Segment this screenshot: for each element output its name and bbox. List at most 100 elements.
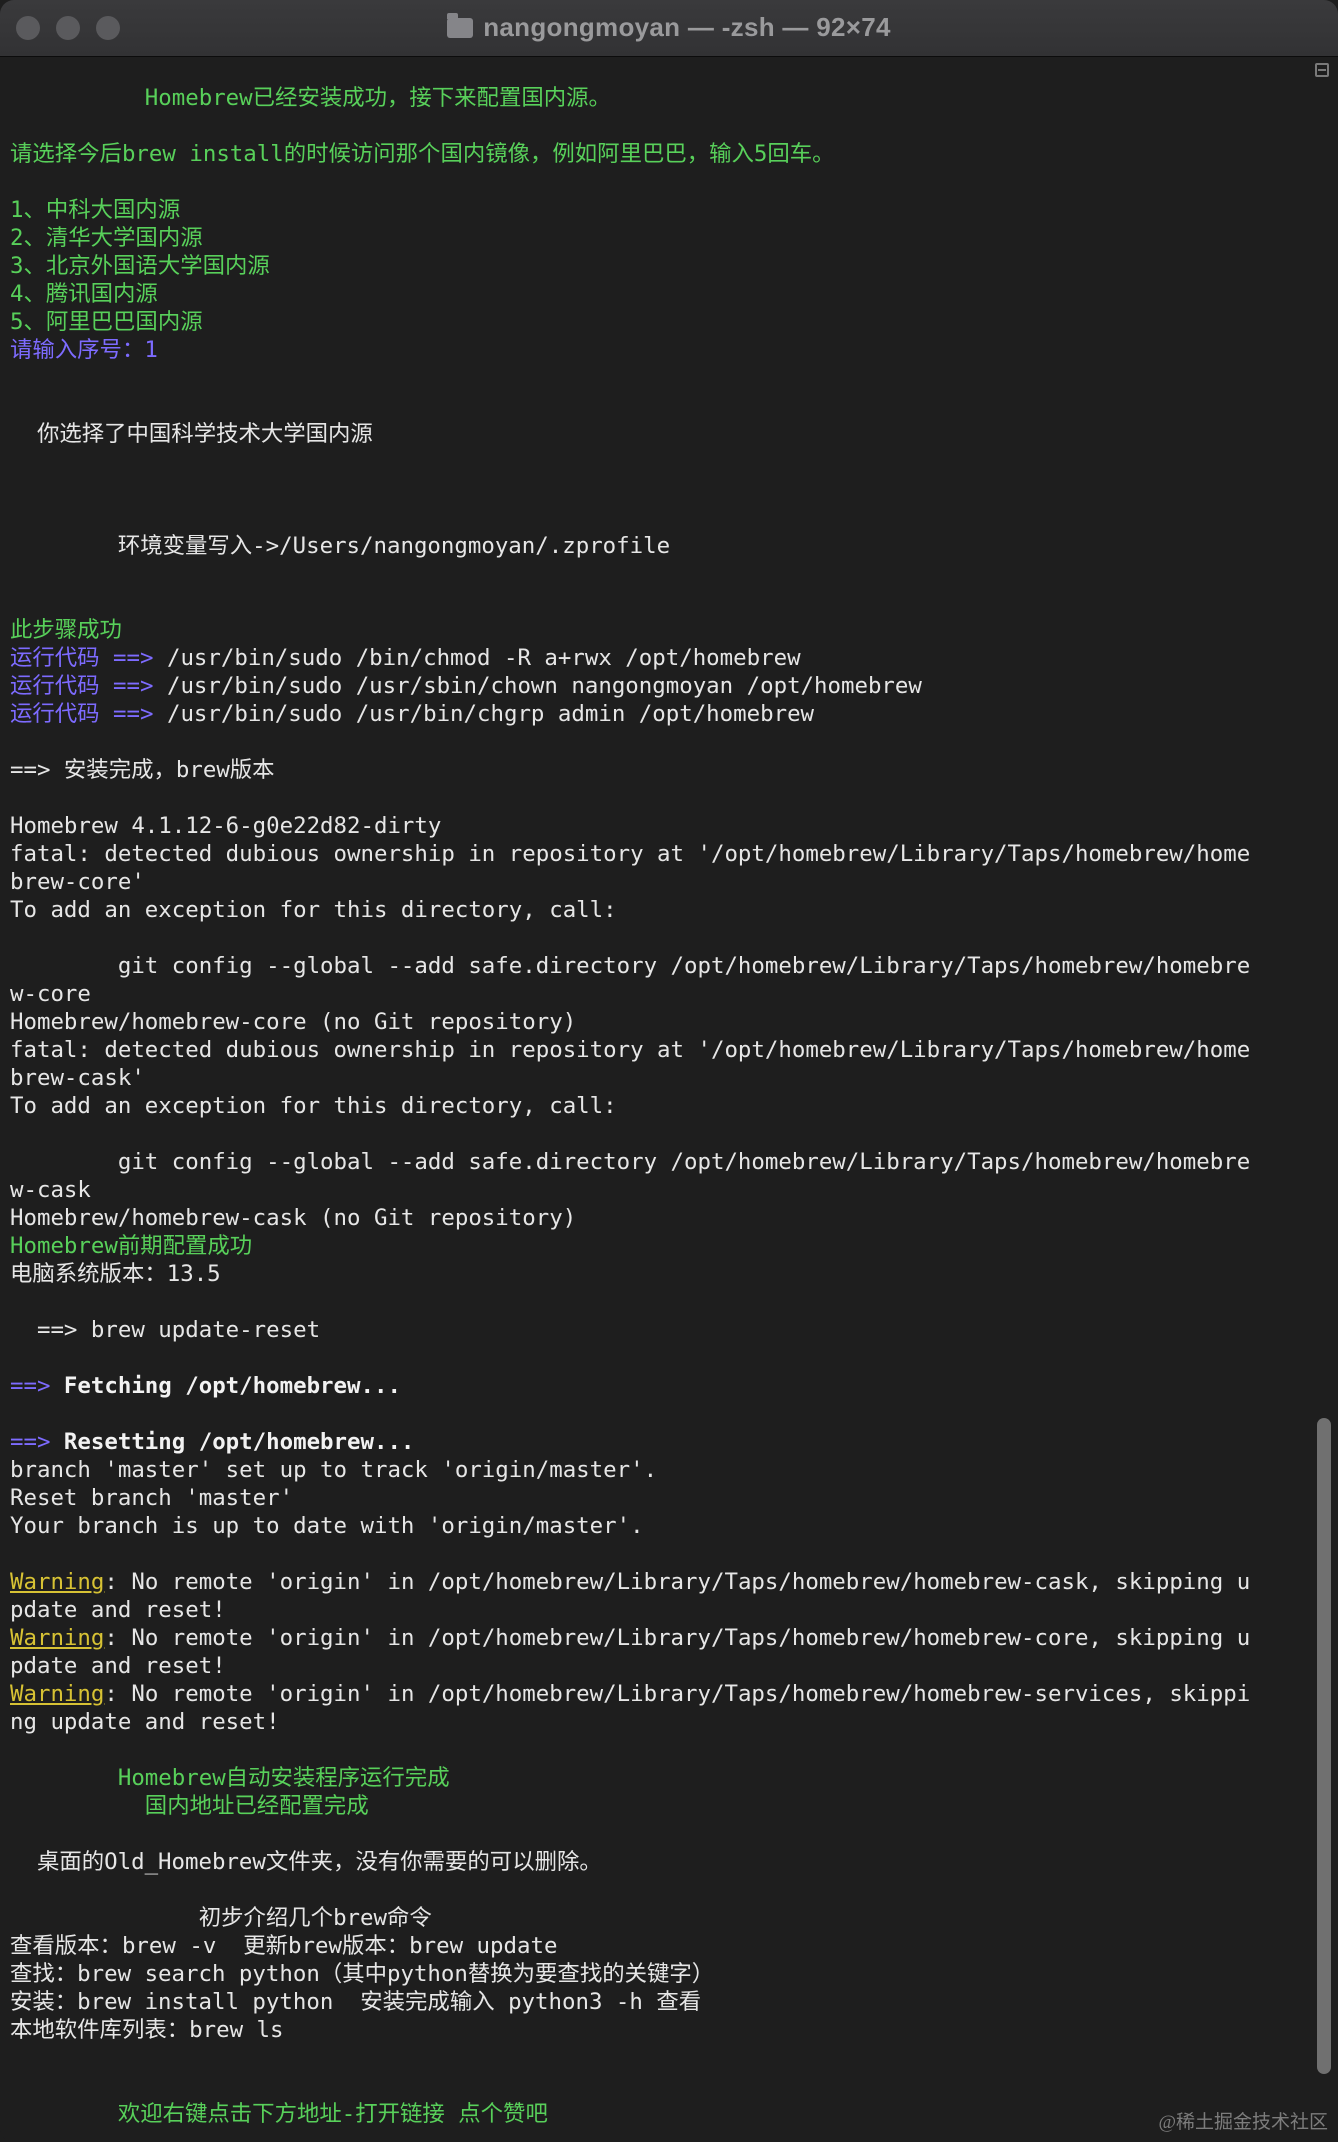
terminal-text: Reset branch 'master' bbox=[10, 1485, 294, 1511]
terminal-text: Homebrew前期配置成功 bbox=[10, 1233, 253, 1259]
terminal-text: : No remote 'origin' in /opt/homebrew/Li… bbox=[104, 1681, 1251, 1707]
terminal-line: 安装：brew install python 安装完成输入 python3 -h… bbox=[10, 1988, 1310, 2016]
terminal-text: brew-core' bbox=[10, 869, 145, 895]
terminal-text: 2、清华大学国内源 bbox=[10, 225, 203, 251]
terminal-line: 电脑系统版本：13.5 bbox=[10, 1260, 1310, 1288]
terminal-text: 3、北京外国语大学国内源 bbox=[10, 253, 270, 279]
terminal-text: 欢迎右键点击下方地址-打开链接 点个赞吧 bbox=[10, 2101, 548, 2127]
terminal-text: To add an exception for this directory, … bbox=[10, 1093, 617, 1119]
terminal-line: 环境变量写入->/Users/nangongmoyan/.zprofile bbox=[10, 532, 1310, 560]
terminal-line: 3、北京外国语大学国内源 bbox=[10, 252, 1310, 280]
terminal-line: 查找：brew search python（其中python替换为要查找的关键字… bbox=[10, 1960, 1310, 1988]
terminal-text: pdate and reset! bbox=[10, 1597, 226, 1623]
terminal-text: ==> bbox=[10, 1373, 64, 1399]
terminal-text: Homebrew 4.1.12-6-g0e22d82-dirty bbox=[10, 813, 442, 839]
terminal-text: 请选择今后brew install的时候访问那个国内镜像，例如阿里巴巴，输入5回… bbox=[10, 141, 835, 167]
terminal-line: 运行代码 ==> /usr/bin/sudo /usr/bin/chgrp ad… bbox=[10, 700, 1310, 728]
terminal-text: ==> bbox=[10, 1429, 64, 1455]
terminal-line: 请输入序号：1 bbox=[10, 336, 1310, 364]
terminal-line: 国内地址已经配置完成 bbox=[10, 1792, 1310, 1820]
terminal-line: 欢迎右键点击下方地址-打开链接 点个赞吧 bbox=[10, 2100, 1310, 2128]
terminal-line: Warning: No remote 'origin' in /opt/home… bbox=[10, 1568, 1310, 1596]
terminal-line: Homebrew自动安装程序运行完成 bbox=[10, 1764, 1310, 1792]
terminal-text: pdate and reset! bbox=[10, 1653, 226, 1679]
terminal-text: w-core bbox=[10, 981, 91, 1007]
terminal-output[interactable]: Homebrew已经安装成功，接下来配置国内源。 请选择今后brew insta… bbox=[10, 84, 1310, 2128]
terminal-line: ==> Resetting /opt/homebrew... bbox=[10, 1428, 1310, 1456]
terminal-text: git config --global --add safe.directory… bbox=[10, 953, 1251, 979]
terminal-text: Homebrew已经安装成功，接下来配置国内源。 bbox=[10, 85, 611, 111]
terminal-text: 1、中科大国内源 bbox=[10, 197, 181, 223]
terminal-text: 运行代码 ==> bbox=[10, 645, 167, 671]
terminal-line: 你选择了中国科学技术大学国内源 bbox=[10, 420, 1310, 448]
terminal-line: Reset branch 'master' bbox=[10, 1484, 1310, 1512]
terminal-text: 电脑系统版本：13.5 bbox=[10, 1261, 221, 1287]
warning-label: Warning bbox=[10, 1681, 105, 1707]
terminal-line: 2、清华大学国内源 bbox=[10, 224, 1310, 252]
terminal-line: To add an exception for this directory, … bbox=[10, 1092, 1310, 1120]
terminal-line: 此步骤成功 bbox=[10, 616, 1310, 644]
folder-icon bbox=[447, 13, 474, 38]
terminal-line: ng update and reset! bbox=[10, 1708, 1310, 1736]
terminal-text: Your branch is up to date with 'origin/m… bbox=[10, 1513, 644, 1539]
terminal-text: fatal: detected dubious ownership in rep… bbox=[10, 841, 1251, 867]
terminal-line: Homebrew前期配置成功 bbox=[10, 1232, 1310, 1260]
terminal-text: w-cask bbox=[10, 1177, 91, 1203]
terminal-line: Homebrew 4.1.12-6-g0e22d82-dirty bbox=[10, 812, 1310, 840]
terminal-text: 4、腾讯国内源 bbox=[10, 281, 158, 307]
terminal-text: ==> 安装完成，brew版本 bbox=[10, 757, 275, 783]
terminal-line: 查看版本：brew -v 更新brew版本：brew update bbox=[10, 1932, 1310, 1960]
terminal-text: 查看版本：brew -v 更新brew版本：brew update bbox=[10, 1933, 558, 1959]
terminal-text: /usr/bin/sudo /bin/chmod -R a+rwx /opt/h… bbox=[166, 645, 801, 671]
terminal-text: : No remote 'origin' in /opt/homebrew/Li… bbox=[104, 1625, 1251, 1651]
terminal-text: 5、阿里巴巴国内源 bbox=[10, 309, 203, 335]
terminal-text: 运行代码 ==> bbox=[10, 701, 167, 727]
terminal-line: 运行代码 ==> /usr/bin/sudo /usr/sbin/chown n… bbox=[10, 672, 1310, 700]
terminal-line: ==> Fetching /opt/homebrew... bbox=[10, 1372, 1310, 1400]
terminal-line: w-core bbox=[10, 980, 1310, 1008]
terminal-line: ==> 安装完成，brew版本 bbox=[10, 756, 1310, 784]
terminal-line: pdate and reset! bbox=[10, 1596, 1310, 1624]
terminal-line: ==> brew update-reset bbox=[10, 1316, 1310, 1344]
terminal-text: 请输入序号：1 bbox=[10, 337, 158, 363]
terminal-line: Homebrew已经安装成功，接下来配置国内源。 bbox=[10, 84, 1310, 112]
terminal-line: 1、中科大国内源 bbox=[10, 196, 1310, 224]
terminal-text: 环境变量写入->/Users/nangongmoyan/.zprofile bbox=[10, 533, 671, 559]
split-pane-icon[interactable] bbox=[1310, 58, 1334, 82]
terminal-text: 安装：brew install python 安装完成输入 python3 -h… bbox=[10, 1989, 702, 2015]
terminal-text: To add an exception for this directory, … bbox=[10, 897, 617, 923]
title-bar[interactable]: nangongmoyan — -zsh — 92×74 bbox=[0, 0, 1338, 57]
terminal-line: Homebrew/homebrew-core (no Git repositor… bbox=[10, 1008, 1310, 1036]
terminal-line: git config --global --add safe.directory… bbox=[10, 952, 1310, 980]
terminal-text: 查找：brew search python（其中python替换为要查找的关键字… bbox=[10, 1961, 715, 1987]
terminal-line: w-cask bbox=[10, 1176, 1310, 1204]
terminal-line: pdate and reset! bbox=[10, 1652, 1310, 1680]
terminal-text: /usr/bin/sudo /usr/sbin/chown nangongmoy… bbox=[166, 673, 922, 699]
terminal-text: /usr/bin/sudo /usr/bin/chgrp admin /opt/… bbox=[166, 701, 815, 727]
terminal-text: ==> brew update-reset bbox=[10, 1317, 321, 1343]
window-title: nangongmoyan — -zsh — 92×74 bbox=[483, 12, 891, 42]
terminal-text: fatal: detected dubious ownership in rep… bbox=[10, 1037, 1251, 1063]
terminal-text: Resetting /opt/homebrew... bbox=[63, 1429, 415, 1455]
terminal-line: Warning: No remote 'origin' in /opt/home… bbox=[10, 1680, 1310, 1708]
terminal-line: 运行代码 ==> /usr/bin/sudo /bin/chmod -R a+r… bbox=[10, 644, 1310, 672]
terminal-text: 初步介绍几个brew命令 bbox=[10, 1905, 432, 1931]
scrollbar-thumb[interactable] bbox=[1317, 1418, 1331, 2074]
